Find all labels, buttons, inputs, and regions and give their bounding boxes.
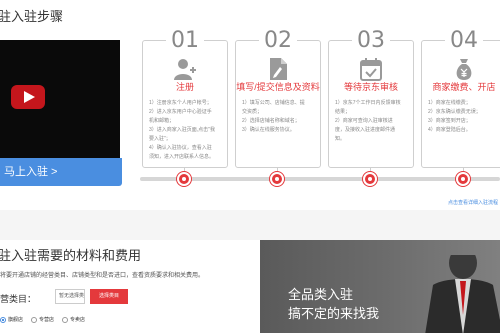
list-item: 3）进入商家入驻页面,点击"我 — [149, 127, 215, 133]
radio-label: 专卖店 — [70, 317, 86, 323]
list-item: 1）商家在线缴费； — [428, 100, 471, 106]
progress-timeline — [140, 177, 500, 181]
step-list: 1）京东7个工作日内反馈审核 结果； 2）商家可查询入驻审核进 度，及接收入驻进… — [335, 99, 415, 144]
promo-banner[interactable]: 全品类入驻 搞不定的来找我 — [260, 240, 500, 333]
step-list: 1）注册京东个人用户帐号； 2）进入京东用户中心验证手 机和邮箱； 3）进入商家… — [149, 99, 229, 162]
list-item: 要入驻"； — [149, 136, 171, 142]
list-item: 3）商家签到开店； — [428, 118, 471, 124]
step-title: 商家缴费、开店 — [432, 82, 496, 92]
list-item: 3）确认在线服务协议。 — [242, 127, 295, 133]
step-list: 1）商家在线缴费； 2）京东确认缴费无误； 3）商家签到开店； 4）商家登陆后台… — [428, 99, 500, 135]
radio-unchecked-icon[interactable] — [31, 316, 38, 323]
list-item: 4）确认入驻协议，查看入驻 — [149, 145, 212, 151]
radio-label: 旗舰店 — [8, 317, 24, 323]
list-item: 2）商家可查询入驻审核进 — [335, 118, 393, 124]
section-title-materials: 驻入驻需要的材料和费用 — [0, 248, 142, 263]
step-number: 01 — [166, 29, 204, 53]
step-number: 02 — [259, 29, 297, 53]
radio-exclusive[interactable]: 专卖店 — [62, 316, 85, 323]
list-item: 1）注册京东个人用户帐号； — [149, 100, 212, 106]
document-edit-icon — [270, 58, 287, 80]
radio-label: 专营店 — [39, 317, 55, 323]
radio-flagship[interactable]: 旗舰店 — [0, 316, 23, 323]
step-card-2: 02 填写/提交信息及资料 1）填写公司、店铺信息、提 交资质； 2）选择店铺名… — [235, 29, 322, 168]
step-title: 填写/提交信息及资料 — [236, 82, 320, 92]
step-card-3: 03 等待京东审核 1）京东7个工作日内反馈审核 结果； 2）商家可查询入驻审核… — [328, 29, 415, 168]
section-divider — [0, 210, 500, 240]
user-add-icon — [174, 59, 196, 80]
step-title: 等待京东审核 — [343, 82, 398, 92]
list-item: 2）京东确认缴费无误； — [428, 109, 481, 115]
step-card-1: 01 注册 1）注册京东个人用户帐号； 2）进入京东用户中心验证手 机和邮箱； … — [142, 29, 229, 168]
businessman-image — [425, 255, 500, 333]
list-item: 度，及接收入驻进度邮件通 — [335, 127, 396, 133]
step-title: 注册 — [175, 82, 194, 92]
money-bag-icon — [456, 59, 472, 80]
category-label: 营类目： — [0, 294, 37, 304]
list-item: 2）进入京东用户中心验证手 — [149, 109, 212, 115]
step-number: 03 — [352, 29, 390, 53]
select-category-button[interactable]: 选择类目 — [90, 289, 128, 304]
timeline-dot-2 — [270, 172, 284, 186]
view-process-link[interactable]: 点击查看详细入驻流程 — [448, 199, 498, 206]
store-type-radios: 旗舰店 专营店 专卖店 — [0, 316, 85, 323]
list-item: 4）商家登陆后台。 — [428, 127, 471, 133]
list-item: 2）选择店铺名称和域名； — [242, 118, 300, 124]
list-item: 交资质； — [242, 109, 263, 115]
radio-unchecked-icon[interactable] — [62, 316, 69, 323]
banner-subline: 搞不定的来找我 — [288, 306, 380, 321]
timeline-dot-3 — [363, 172, 377, 186]
list-item: 1）填写公司、店铺信息、提 — [242, 100, 305, 106]
list-item: 知。 — [335, 136, 346, 142]
step-card-4: 04 商家缴费、开店 1）商家在线缴费； 2）京东确认缴费无误； 3）商家签到开… — [421, 29, 500, 168]
intro-video[interactable] — [0, 40, 120, 158]
category-select[interactable]: 暂无选择类目 — [55, 289, 85, 304]
play-icon[interactable] — [11, 85, 45, 109]
step-list: 1）填写公司、店铺信息、提 交资质； 2）选择店铺名称和域名； 3）确认在线服务… — [242, 99, 322, 135]
banner-headline: 全品类入驻 — [288, 287, 354, 302]
section-description: 将要开通店铺的经营类目、店铺类型和是否进口，查看资质要求和相关费用。 — [0, 273, 205, 279]
list-item: 须知，进入开店联系人信息。 — [149, 154, 215, 160]
enter-now-button[interactable]: 马上入驻 > — [0, 158, 122, 186]
list-item: 1）京东7个工作日内反馈审核 — [335, 100, 401, 106]
step-number: 04 — [445, 29, 483, 53]
list-item: 机和邮箱； — [149, 118, 175, 124]
section-title-steps: 驻入驻步骤 — [0, 9, 64, 24]
timeline-dot-4 — [456, 172, 470, 186]
radio-checked-icon[interactable] — [0, 316, 6, 323]
timeline-dot-1 — [177, 172, 191, 186]
calendar-check-icon — [360, 58, 382, 81]
list-item: 结果； — [335, 109, 351, 115]
radio-specialty[interactable]: 专营店 — [31, 316, 54, 323]
